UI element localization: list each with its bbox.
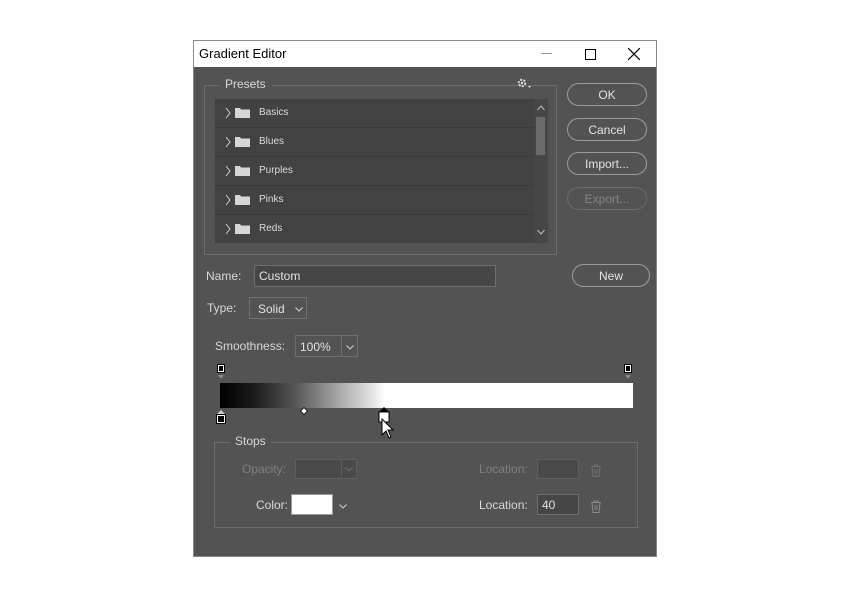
window-title: Gradient Editor (199, 46, 287, 61)
color-stop-left[interactable] (216, 410, 226, 425)
presets-title: Presets (219, 77, 272, 91)
folder-icon (235, 137, 250, 147)
smoothness-value: 100% (300, 340, 331, 354)
presets-scrollbar[interactable] (534, 99, 548, 243)
opacity-stop-left[interactable] (217, 364, 225, 380)
scroll-up-icon[interactable] (537, 105, 545, 111)
preset-folder-label: Reds (259, 223, 283, 234)
mouse-cursor-icon (381, 418, 395, 439)
preset-folder-label: Blues (259, 136, 285, 147)
color-label: Color: (256, 498, 289, 512)
stops-group (214, 442, 638, 528)
chevron-down-icon[interactable] (346, 345, 354, 350)
type-dropdown[interactable]: Solid (249, 297, 307, 319)
export-button[interactable]: Export... (567, 187, 647, 210)
presets-list[interactable]: Basics Blues Purples Pinks Reds (215, 99, 548, 243)
preset-folder-label: Purples (259, 165, 293, 176)
gradient-preview-bar[interactable] (220, 383, 633, 408)
opacity-stop-right[interactable] (624, 364, 632, 380)
close-icon (628, 48, 640, 60)
maximize-button[interactable] (568, 41, 612, 67)
new-button[interactable]: New (572, 264, 650, 287)
color-swatch[interactable] (291, 494, 333, 515)
preset-folder-label: Pinks (259, 194, 284, 205)
opacity-divider (341, 460, 342, 478)
folder-icon (235, 166, 250, 176)
preset-folder-row[interactable]: Purples (215, 157, 548, 186)
opacity-location-label: Location: (479, 462, 528, 476)
maximize-icon (584, 48, 596, 60)
chevron-right-icon[interactable] (223, 194, 233, 206)
smoothness-divider (341, 336, 342, 356)
delete-color-stop-trash-icon[interactable] (590, 500, 602, 513)
type-value: Solid (258, 302, 285, 316)
chevron-right-icon[interactable] (223, 223, 233, 235)
minimize-icon (540, 53, 552, 54)
smoothness-label: Smoothness: (215, 339, 286, 353)
color-location-label: Location: (479, 498, 528, 512)
folder-icon (235, 195, 250, 205)
chevron-right-icon[interactable] (223, 107, 233, 119)
stops-title: Stops (230, 434, 271, 448)
color-location-input[interactable]: 40 (537, 494, 579, 515)
smoothness-field[interactable]: 100% (295, 335, 358, 357)
gradient-editor-window: Gradient Editor Presets Basics Blues Pur… (193, 40, 657, 557)
name-label: Name: (206, 269, 242, 283)
gradient-midpoint-diamond[interactable] (300, 407, 308, 415)
chevron-down-icon[interactable] (339, 504, 347, 509)
minimize-button[interactable] (524, 41, 568, 67)
opacity-input (295, 459, 357, 479)
preset-folder-row[interactable]: Blues (215, 128, 548, 157)
cancel-button[interactable]: Cancel (567, 118, 647, 141)
name-input[interactable]: Custom (254, 265, 496, 287)
type-label: Type: (207, 301, 237, 315)
opacity-location-input (537, 459, 579, 479)
preset-folder-label: Basics (259, 107, 289, 118)
title-bar[interactable]: Gradient Editor (194, 41, 656, 67)
import-button[interactable]: Import... (567, 152, 647, 175)
delete-opacity-stop-trash-icon (591, 464, 601, 477)
ok-button[interactable]: OK (567, 83, 647, 106)
chevron-right-icon[interactable] (223, 136, 233, 148)
folder-icon (235, 224, 250, 234)
chevron-right-icon[interactable] (223, 165, 233, 177)
preset-folder-row[interactable]: Basics (215, 99, 548, 128)
preset-folder-row[interactable]: Reds (215, 215, 548, 243)
opacity-label: Opacity: (242, 462, 287, 476)
presets-settings-gear-icon[interactable] (517, 78, 533, 93)
folder-icon (235, 108, 250, 118)
chevron-down-icon (295, 307, 303, 312)
scrollbar-thumb[interactable] (536, 117, 545, 155)
chevron-down-icon (345, 467, 353, 472)
close-button[interactable] (612, 41, 656, 67)
scroll-down-icon[interactable] (537, 229, 545, 235)
preset-folder-row[interactable]: Pinks (215, 186, 548, 215)
